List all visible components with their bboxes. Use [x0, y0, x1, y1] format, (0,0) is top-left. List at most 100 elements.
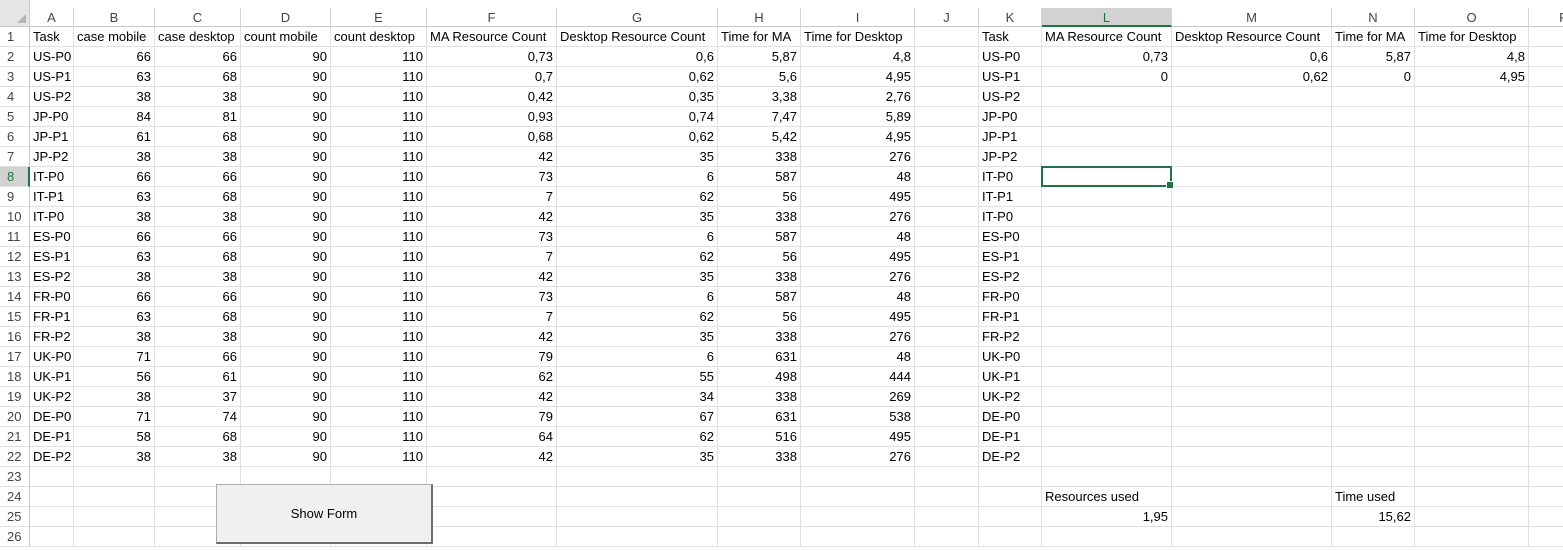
cell-l6[interactable]	[1042, 127, 1172, 147]
cell-e5[interactable]: 110	[331, 107, 427, 127]
row-header-25[interactable]: 25	[0, 507, 30, 527]
cell-k23[interactable]	[979, 467, 1042, 487]
cell-h9[interactable]: 56	[718, 187, 801, 207]
cell-k21[interactable]: DE-P1	[979, 427, 1042, 447]
cell-d4[interactable]: 90	[241, 87, 331, 107]
cell-g12[interactable]: 62	[557, 247, 718, 267]
cell-l4[interactable]	[1042, 87, 1172, 107]
cell-f25[interactable]	[427, 507, 557, 527]
cell-f8[interactable]: 73	[427, 167, 557, 187]
cell-i12[interactable]: 495	[801, 247, 915, 267]
cell-c22[interactable]: 38	[155, 447, 241, 467]
cell-o4[interactable]	[1415, 87, 1529, 107]
cell-j22[interactable]	[915, 447, 979, 467]
cell-m19[interactable]	[1172, 387, 1332, 407]
cell-k18[interactable]: UK-P1	[979, 367, 1042, 387]
cell-p4[interactable]	[1529, 87, 1563, 107]
row-header-5[interactable]: 5	[0, 107, 30, 127]
cell-k2[interactable]: US-P0	[979, 47, 1042, 67]
cell-a12[interactable]: ES-P1	[30, 247, 74, 267]
cell-f21[interactable]: 64	[427, 427, 557, 447]
cell-k12[interactable]: ES-P1	[979, 247, 1042, 267]
cell-c3[interactable]: 68	[155, 67, 241, 87]
cell-o18[interactable]	[1415, 367, 1529, 387]
cell-n26[interactable]	[1332, 527, 1415, 547]
cell-i21[interactable]: 495	[801, 427, 915, 447]
row-header-10[interactable]: 10	[0, 207, 30, 227]
cell-f4[interactable]: 0,42	[427, 87, 557, 107]
cell-i13[interactable]: 276	[801, 267, 915, 287]
cell-m1[interactable]: Desktop Resource Count	[1172, 27, 1332, 47]
select-all-corner[interactable]	[0, 0, 30, 27]
cell-i17[interactable]: 48	[801, 347, 915, 367]
cell-e12[interactable]: 110	[331, 247, 427, 267]
cell-b11[interactable]: 66	[74, 227, 155, 247]
cell-l2[interactable]: 0,73	[1042, 47, 1172, 67]
cell-i16[interactable]: 276	[801, 327, 915, 347]
row-header-14[interactable]: 14	[0, 287, 30, 307]
cell-b8[interactable]: 66	[74, 167, 155, 187]
cell-c8[interactable]: 66	[155, 167, 241, 187]
column-header-b[interactable]: B	[74, 8, 155, 27]
cell-f1[interactable]: MA Resource Count	[427, 27, 557, 47]
cell-i5[interactable]: 5,89	[801, 107, 915, 127]
cell-d9[interactable]: 90	[241, 187, 331, 207]
cell-b6[interactable]: 61	[74, 127, 155, 147]
cell-a17[interactable]: UK-P0	[30, 347, 74, 367]
cell-d11[interactable]: 90	[241, 227, 331, 247]
cell-c1[interactable]: case desktop	[155, 27, 241, 47]
cell-i7[interactable]: 276	[801, 147, 915, 167]
cell-h2[interactable]: 5,87	[718, 47, 801, 67]
cell-e16[interactable]: 110	[331, 327, 427, 347]
cell-p24[interactable]	[1529, 487, 1563, 507]
cell-h11[interactable]: 587	[718, 227, 801, 247]
cell-i1[interactable]: Time for Desktop	[801, 27, 915, 47]
cell-o6[interactable]	[1415, 127, 1529, 147]
cell-k14[interactable]: FR-P0	[979, 287, 1042, 307]
cell-k26[interactable]	[979, 527, 1042, 547]
cell-h14[interactable]: 587	[718, 287, 801, 307]
cell-m25[interactable]	[1172, 507, 1332, 527]
cell-b7[interactable]: 38	[74, 147, 155, 167]
column-header-k[interactable]: K	[979, 8, 1042, 27]
cell-l21[interactable]	[1042, 427, 1172, 447]
cell-d2[interactable]: 90	[241, 47, 331, 67]
cell-j9[interactable]	[915, 187, 979, 207]
row-header-7[interactable]: 7	[0, 147, 30, 167]
cell-i19[interactable]: 269	[801, 387, 915, 407]
cell-j5[interactable]	[915, 107, 979, 127]
cell-n8[interactable]	[1332, 167, 1415, 187]
cell-o20[interactable]	[1415, 407, 1529, 427]
cell-b17[interactable]: 71	[74, 347, 155, 367]
cell-h26[interactable]	[718, 527, 801, 547]
cell-a9[interactable]: IT-P1	[30, 187, 74, 207]
column-header-o[interactable]: O	[1415, 8, 1529, 27]
cell-j11[interactable]	[915, 227, 979, 247]
cell-e22[interactable]: 110	[331, 447, 427, 467]
cell-e9[interactable]: 110	[331, 187, 427, 207]
cell-g9[interactable]: 62	[557, 187, 718, 207]
column-header-j[interactable]: J	[915, 8, 979, 27]
cell-h19[interactable]: 338	[718, 387, 801, 407]
cell-g14[interactable]: 6	[557, 287, 718, 307]
cell-m26[interactable]	[1172, 527, 1332, 547]
cell-n20[interactable]	[1332, 407, 1415, 427]
cell-f7[interactable]: 42	[427, 147, 557, 167]
cell-i10[interactable]: 276	[801, 207, 915, 227]
cell-l10[interactable]	[1042, 207, 1172, 227]
cell-j19[interactable]	[915, 387, 979, 407]
cell-m12[interactable]	[1172, 247, 1332, 267]
cell-n1[interactable]: Time for MA	[1332, 27, 1415, 47]
column-header-l[interactable]: L	[1042, 8, 1172, 27]
row-header-4[interactable]: 4	[0, 87, 30, 107]
cell-f17[interactable]: 79	[427, 347, 557, 367]
cell-a13[interactable]: ES-P2	[30, 267, 74, 287]
cell-l5[interactable]	[1042, 107, 1172, 127]
cell-e15[interactable]: 110	[331, 307, 427, 327]
cell-m9[interactable]	[1172, 187, 1332, 207]
cell-e8[interactable]: 110	[331, 167, 427, 187]
cell-p16[interactable]	[1529, 327, 1563, 347]
cell-m5[interactable]	[1172, 107, 1332, 127]
cell-g22[interactable]: 35	[557, 447, 718, 467]
row-header-15[interactable]: 15	[0, 307, 30, 327]
